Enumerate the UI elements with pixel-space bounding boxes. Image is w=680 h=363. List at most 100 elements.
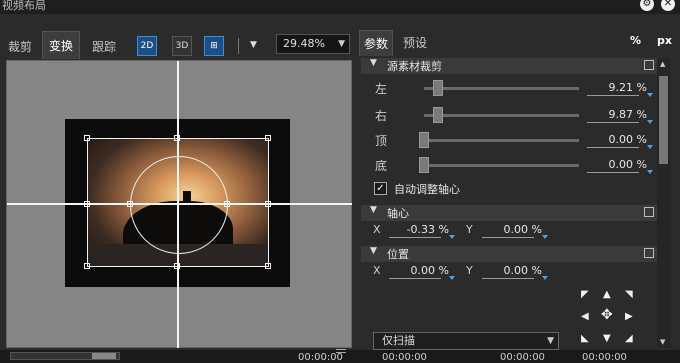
center-icon[interactable]: ✥ [601,308,613,322]
nudge-up-right-icon[interactable]: ◥ [625,290,633,300]
nudge-right-icon[interactable]: ▶ [625,312,633,322]
panel-scrollbar[interactable]: ▲ ▼ [657,58,671,348]
nudge-down-left-icon[interactable]: ◣ [581,334,589,344]
reset-icon[interactable] [644,60,654,70]
value-caret-icon[interactable] [647,120,653,124]
handle-bottom[interactable] [174,263,180,269]
slider-thumb-right[interactable] [433,107,443,123]
section-position[interactable]: ▼ 位置 [361,246,657,262]
value-underline-right [587,122,639,123]
handle-bottom-left[interactable] [84,263,90,269]
scroll-up-icon[interactable]: ▲ [660,60,665,68]
tab-transform[interactable]: 变换 [42,31,81,59]
position-y-value[interactable]: 0.00 % [482,264,542,277]
3d-icon[interactable]: 3D [172,36,192,56]
slider-track-top[interactable] [424,139,579,142]
value-caret-icon[interactable] [542,276,548,280]
value-underline-bottom [587,172,639,173]
label-top: 顶 [375,134,388,148]
rotation-circle[interactable] [130,156,228,254]
value-right[interactable]: 9.87 % [587,108,647,121]
value-underline-position-y [482,278,534,279]
section-axis[interactable]: ▼ 轴心 [361,205,657,221]
handle-anchor-right[interactable] [224,201,230,207]
value-underline-axis-x [389,237,441,238]
value-bottom[interactable]: 0.00 % [587,158,647,171]
handle-top-right[interactable] [265,135,271,141]
timecode: 00:00:00 [382,352,427,363]
settings-icon[interactable]: ⚙ [640,0,654,11]
timecode: 00:00:00 [298,352,343,363]
dropdown-icon[interactable]: ▼ [250,40,257,50]
slider-track-left[interactable] [424,87,579,90]
value-underline-left [587,95,639,96]
value-caret-icon[interactable] [542,235,548,239]
axis-y-label: Y [466,223,473,236]
handle-top-left[interactable] [84,135,90,141]
auto-axis-checkbox[interactable]: ✓ [374,182,387,195]
scrollbar-thumb[interactable] [659,76,668,164]
position-nudge-pad[interactable]: ◤ ▲ ◥ ◀ ✥ ▶ ◣ ▼ ◢ [577,288,641,346]
section-title: 轴心 [387,207,409,220]
tab-crop[interactable]: 裁剪 [2,33,38,61]
chevron-down-icon: ▼ [338,39,345,49]
slider-thumb-bottom[interactable] [419,157,429,173]
axis-y-value[interactable]: 0.00 % [482,223,542,236]
reset-icon[interactable] [644,207,654,217]
handle-top[interactable] [174,135,180,141]
value-caret-icon[interactable] [647,93,653,97]
handle-right[interactable] [265,201,271,207]
section-title: 源素材裁剪 [387,60,442,73]
collapse-icon: ▼ [370,58,377,68]
tab-presets[interactable]: 预设 [399,30,431,56]
position-x-value[interactable]: 0.00 % [389,264,449,277]
collapse-icon: ▼ [370,246,377,256]
scan-mode-select[interactable]: 仅扫描 ▼ [373,332,559,350]
window-title: 视频布局 [2,0,46,12]
timeline-scroll-thumb[interactable] [92,353,116,359]
nudge-up-icon[interactable]: ▲ [603,290,611,300]
grid-icon[interactable]: ⊞ [204,36,224,56]
panel-splitter[interactable] [336,349,346,353]
value-top[interactable]: 0.00 % [587,133,647,146]
handle-anchor-left[interactable] [127,201,133,207]
zoom-select[interactable]: 29.48% ▼ [276,34,350,54]
2d-icon[interactable]: 2D [137,36,157,56]
parameters-panel: 参数 预设 % px ▼ 源素材裁剪 左 9.21 % 右 9.87 % 顶 0… [359,30,680,350]
slider-thumb-top[interactable] [419,132,429,148]
chevron-down-icon: ▼ [547,336,554,346]
nudge-left-icon[interactable]: ◀ [581,312,589,322]
unit-pixels[interactable]: px [657,34,672,47]
value-caret-icon[interactable] [449,276,455,280]
close-icon[interactable]: ✕ [661,0,675,11]
value-caret-icon[interactable] [647,170,653,174]
title-bar: 视频布局 ⚙ ✕ [0,0,680,14]
label-bottom: 底 [375,159,388,173]
axis-x-label: X [373,223,381,236]
nudge-down-right-icon[interactable]: ◢ [625,334,633,344]
scroll-down-icon[interactable]: ▼ [660,338,665,346]
value-left[interactable]: 9.21 % [587,81,647,94]
axis-x-value[interactable]: -0.33 % [389,223,449,236]
reset-icon[interactable] [644,248,654,258]
slider-track-right[interactable] [424,114,579,117]
nudge-down-icon[interactable]: ▼ [603,334,611,344]
section-source-crop[interactable]: ▼ 源素材裁剪 [361,58,657,74]
handle-bottom-right[interactable] [265,263,271,269]
slider-track-bottom[interactable] [424,164,579,167]
value-underline-top [587,147,639,148]
position-x-label: X [373,264,381,277]
handle-left[interactable] [84,201,90,207]
value-underline-position-x [389,278,441,279]
slider-thumb-left[interactable] [433,80,443,96]
tab-parameters[interactable]: 参数 [359,30,394,56]
nudge-up-left-icon[interactable]: ◤ [581,290,589,300]
label-left: 左 [375,82,388,96]
value-caret-icon[interactable] [449,235,455,239]
collapse-icon: ▼ [370,205,377,215]
separator [238,38,239,54]
tab-track[interactable]: 跟踪 [86,33,122,61]
value-caret-icon[interactable] [647,145,653,149]
unit-percent[interactable]: % [630,34,641,47]
auto-axis-label: 自动调整轴心 [394,183,460,196]
